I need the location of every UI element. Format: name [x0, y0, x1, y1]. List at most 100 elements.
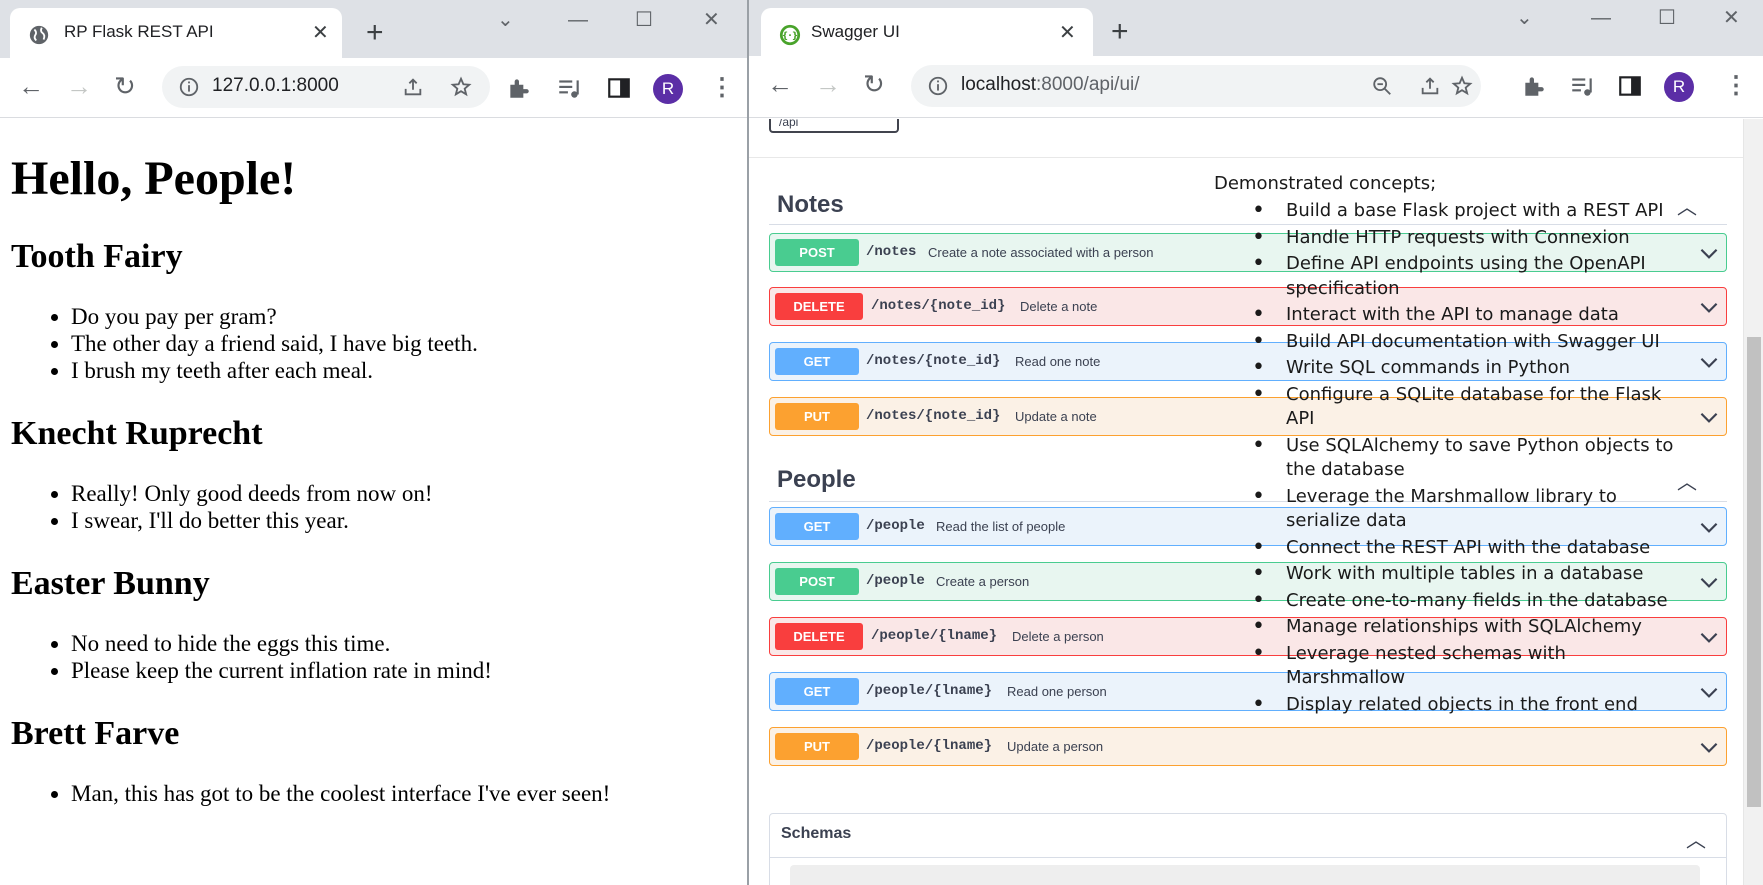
scrollbar[interactable] — [1743, 119, 1763, 885]
concept-item: Use SQLAlchemy to save Python objects to… — [1252, 434, 1674, 483]
extensions-icon[interactable] — [506, 75, 532, 101]
section-title: Notes — [777, 191, 844, 218]
media-control-icon[interactable] — [556, 75, 582, 101]
section-title: People — [777, 466, 856, 493]
info-icon[interactable] — [927, 75, 949, 97]
schema-item[interactable] — [790, 865, 1700, 885]
close-window-button[interactable]: ✕ — [703, 6, 720, 34]
endpoint-summary: Create a note associated with a person — [928, 245, 1154, 260]
endpoint-path: /people — [866, 573, 925, 589]
side-panel-icon[interactable] — [1617, 73, 1643, 99]
globe-icon — [29, 25, 49, 45]
url-text[interactable]: 127.0.0.1:8000 — [212, 75, 339, 97]
chevron-down-icon[interactable] — [1696, 514, 1722, 540]
share-icon[interactable] — [402, 76, 424, 98]
zoom-out-icon[interactable] — [1371, 75, 1393, 97]
chevron-up-icon[interactable]: ︿ — [1677, 191, 1697, 220]
method-badge: DELETE — [775, 623, 863, 650]
concept-item: Write SQL commands in Python — [1252, 356, 1674, 381]
chevron-down-icon[interactable] — [1696, 734, 1722, 760]
person-name: Knecht Ruprecht — [11, 415, 263, 452]
browser-toolbar: ← → ↻ 127.0.0.1:8000 R ⋮ — [0, 58, 748, 118]
endpoint-summary: Read one person — [1007, 684, 1107, 699]
avatar[interactable]: R — [653, 74, 683, 104]
minimize-button[interactable]: — — [1591, 4, 1611, 32]
chevron-down-icon[interactable] — [1696, 240, 1722, 266]
concept-item: Interact with the API to manage data — [1252, 303, 1674, 328]
chevron-down-icon[interactable] — [1696, 624, 1722, 650]
minimize-button[interactable]: — — [568, 6, 588, 34]
tab-search-icon[interactable]: ⌄ — [1516, 4, 1533, 32]
concept-item: Leverage nested schemas with Marshmallow — [1252, 642, 1674, 691]
forward-button[interactable]: → — [66, 71, 92, 101]
address-bar[interactable]: localhost:8000/api/ui/ — [911, 65, 1481, 107]
endpoint-row[interactable]: PUT /people/{lname} Update a person — [769, 727, 1727, 766]
note-item: Man, this has got to be the coolest inte… — [71, 780, 748, 807]
page-title: Hello, People! — [11, 152, 297, 205]
person-name: Easter Bunny — [11, 565, 210, 602]
tab-flask[interactable]: RP Flask REST API ✕ — [10, 8, 342, 58]
note-item: Really! Only good deeds from now on! — [71, 480, 748, 507]
scrollbar-thumb[interactable] — [1747, 337, 1761, 807]
endpoint-summary: Read the list of people — [936, 519, 1066, 534]
note-item: Do you pay per gram? — [71, 303, 748, 330]
close-tab-icon[interactable]: ✕ — [312, 21, 329, 45]
api-selector[interactable]: /api — [769, 119, 899, 133]
chevron-down-icon[interactable] — [1696, 404, 1722, 430]
forward-button[interactable]: → — [815, 69, 841, 99]
concept-item: Display related objects in the front end — [1252, 693, 1674, 718]
method-badge: POST — [775, 568, 859, 595]
url-text[interactable]: localhost:8000/api/ui/ — [961, 74, 1140, 96]
maximize-button[interactable]: ☐ — [635, 6, 653, 34]
method-badge: DELETE — [775, 293, 863, 320]
address-bar[interactable]: 127.0.0.1:8000 — [162, 66, 490, 108]
tab-swagger[interactable]: {·} Swagger UI ✕ — [761, 8, 1093, 58]
swagger-logo-icon: {·} — [779, 24, 801, 46]
reload-button[interactable]: ↻ — [863, 69, 885, 99]
concepts-heading: Demonstrated concepts; — [1214, 173, 1437, 194]
menu-kebab-icon[interactable]: ⋮ — [1724, 71, 1748, 101]
close-window-button[interactable]: ✕ — [1723, 4, 1740, 32]
chevron-down-icon[interactable] — [1696, 349, 1722, 375]
bookmark-star-icon[interactable] — [450, 76, 472, 98]
close-tab-icon[interactable]: ✕ — [1059, 21, 1076, 45]
new-tab-button[interactable]: + — [366, 18, 384, 48]
divider — [749, 157, 1763, 158]
method-badge: PUT — [775, 403, 859, 430]
endpoint-path: /notes — [866, 244, 917, 260]
chevron-down-icon[interactable] — [1696, 569, 1722, 595]
info-icon[interactable] — [178, 76, 200, 98]
url-path: :8000/api/ui/ — [1036, 74, 1140, 95]
notes-list: Do you pay per gram? The other day a fri… — [11, 303, 748, 384]
back-button[interactable]: ← — [767, 69, 793, 99]
method-badge: PUT — [775, 733, 859, 760]
endpoint-summary: Read one note — [1015, 354, 1101, 369]
share-icon[interactable] — [1419, 75, 1441, 97]
chevron-down-icon[interactable] — [1696, 294, 1722, 320]
chevron-down-icon[interactable] — [1696, 679, 1722, 705]
tab-search-icon[interactable]: ⌄ — [497, 6, 514, 34]
chevron-up-icon[interactable]: ︿ — [1677, 466, 1697, 495]
schemas-panel[interactable]: Schemas ︿ — [769, 813, 1727, 885]
concepts-overlay: Demonstrated concepts; Build a base Flas… — [1214, 173, 1674, 719]
endpoint-summary: Update a person — [1007, 739, 1104, 754]
endpoint-path: /people/{lname} — [866, 683, 993, 699]
divider — [770, 857, 1726, 858]
maximize-button[interactable]: ☐ — [1658, 4, 1676, 32]
new-tab-button[interactable]: + — [1111, 17, 1129, 47]
back-button[interactable]: ← — [18, 71, 44, 101]
tab-strip: {·} Swagger UI ✕ + ⌄ — ☐ ✕ — [749, 0, 1763, 58]
extensions-icon[interactable] — [1521, 73, 1547, 99]
avatar[interactable]: R — [1664, 72, 1694, 102]
schemas-title: Schemas — [781, 825, 852, 842]
bookmark-star-icon[interactable] — [1451, 75, 1473, 97]
menu-kebab-icon[interactable]: ⋮ — [710, 73, 734, 103]
media-control-icon[interactable] — [1569, 73, 1595, 99]
endpoint-summary: Delete a note — [1020, 299, 1098, 314]
chevron-up-icon[interactable]: ︿ — [1686, 824, 1706, 853]
reload-button[interactable]: ↻ — [114, 71, 136, 101]
browser-toolbar: ← → ↻ localhost:8000/api/ui/ R ⋮ — [749, 56, 1763, 118]
endpoint-path: /people — [866, 518, 925, 534]
side-panel-icon[interactable] — [606, 75, 632, 101]
concept-item: Build API documentation with Swagger UI — [1252, 330, 1674, 355]
